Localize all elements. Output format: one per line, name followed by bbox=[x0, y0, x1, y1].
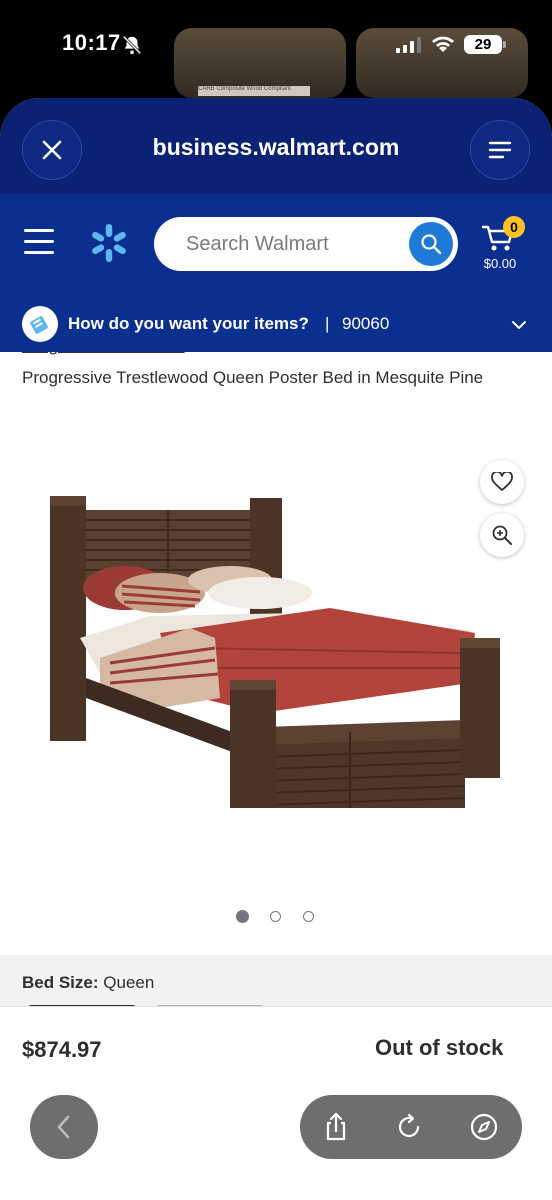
carousel-dot[interactable] bbox=[303, 911, 314, 922]
bed-size-value: Queen bbox=[103, 973, 155, 992]
browser-sheet: business.walmart.com Search Walmart 0 $0… bbox=[0, 98, 552, 1200]
product-price: $874.97 bbox=[22, 1037, 102, 1062]
delivery-options-icon bbox=[22, 306, 58, 342]
walmart-spark-logo[interactable] bbox=[88, 222, 130, 264]
wifi-icon bbox=[432, 36, 454, 52]
search-icon bbox=[421, 234, 442, 255]
browser-toolbar bbox=[300, 1095, 522, 1159]
chevron-down-icon bbox=[512, 321, 526, 329]
zoom-in-icon bbox=[492, 525, 512, 545]
search-box bbox=[154, 217, 458, 271]
purchase-bar: $874.97 Out of stock bbox=[0, 1006, 552, 1200]
status-time: 10:17 bbox=[62, 30, 121, 55]
heart-icon bbox=[491, 472, 513, 491]
zoom-button[interactable] bbox=[480, 513, 524, 557]
site-header: 0 $0.00 bbox=[0, 194, 552, 300]
bell-off-icon bbox=[122, 35, 142, 55]
product-title: Progressive Trestlewood Queen Poster Bed… bbox=[22, 368, 484, 387]
cellular-signal-icon bbox=[396, 37, 421, 53]
delivery-separator: | bbox=[325, 314, 330, 333]
compass-icon[interactable] bbox=[468, 1111, 500, 1143]
delivery-selector[interactable]: How do you want your items? | 90060 bbox=[0, 300, 552, 352]
delivery-question: How do you want your items? bbox=[68, 314, 309, 333]
browser-menu-button[interactable] bbox=[470, 120, 530, 180]
back-button[interactable] bbox=[30, 1095, 98, 1159]
bed-size-heading: Bed Size: bbox=[22, 973, 99, 992]
phone-screen: CARB Composite Wood Compliant 10:17 29 b… bbox=[0, 0, 552, 1200]
stock-status: Out of stock bbox=[375, 1035, 504, 1060]
bed-size-label: Bed Size: Queen bbox=[22, 973, 154, 993]
carousel-dot[interactable] bbox=[270, 911, 281, 922]
cart-total: $0.00 bbox=[483, 256, 517, 271]
favorite-button[interactable] bbox=[480, 460, 524, 504]
close-icon bbox=[42, 140, 62, 160]
cart-count-badge: 0 bbox=[503, 216, 525, 238]
share-icon[interactable] bbox=[320, 1111, 352, 1143]
hamburger-menu-icon[interactable] bbox=[24, 229, 54, 254]
status-bar: CARB Composite Wood Compliant 10:17 29 bbox=[0, 0, 552, 98]
battery-tip bbox=[503, 41, 506, 48]
reload-icon[interactable] bbox=[393, 1111, 425, 1143]
menu-lines-icon bbox=[488, 141, 512, 159]
chevron-left-icon bbox=[57, 1115, 70, 1139]
bed-product-image[interactable] bbox=[40, 488, 510, 808]
cart-button[interactable]: 0 $0.00 bbox=[478, 216, 528, 276]
browser-url-bar: business.walmart.com bbox=[0, 98, 552, 194]
page-url[interactable]: business.walmart.com bbox=[100, 134, 452, 161]
search-button[interactable] bbox=[409, 222, 453, 266]
search-input[interactable] bbox=[186, 217, 406, 271]
close-button[interactable] bbox=[22, 120, 82, 180]
carousel-dot-active[interactable] bbox=[236, 910, 249, 923]
delivery-zip: 90060 bbox=[342, 314, 390, 333]
battery-indicator: 29 bbox=[464, 35, 502, 54]
background-thumbnail-label: CARB Composite Wood Compliant bbox=[198, 86, 310, 96]
